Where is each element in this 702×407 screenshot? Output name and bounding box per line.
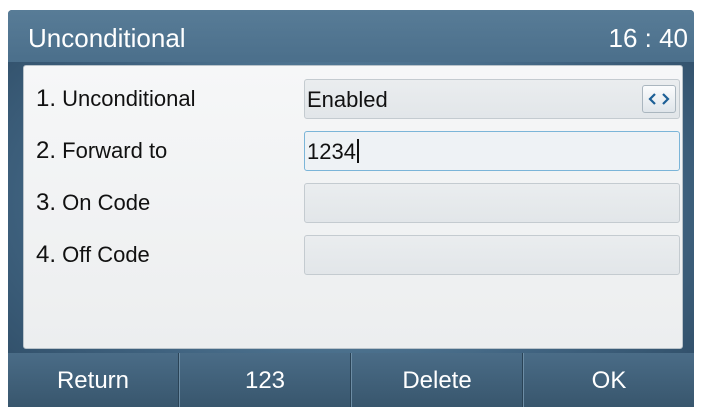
row-label-text: Forward to <box>62 138 168 163</box>
title-bar: Unconditional 16 : 40 <box>8 10 694 62</box>
row-forward-to[interactable]: 2. Forward to 1234 <box>24 128 682 174</box>
row-number: 2. <box>36 137 57 164</box>
input-mode-button[interactable]: 123 <box>179 353 351 407</box>
switch-button[interactable] <box>642 85 676 113</box>
row-label-text: On Code <box>62 190 151 215</box>
phone-screen: Unconditional 16 : 40 1. Unconditional E… <box>8 10 694 407</box>
unconditional-select[interactable]: Enabled <box>304 79 680 119</box>
row-label: 4. Off Code <box>36 241 150 269</box>
off-code-input[interactable] <box>304 235 680 275</box>
forward-to-text: 1234 <box>307 139 356 164</box>
clock: 16 : 40 <box>608 23 688 53</box>
text-cursor <box>356 139 359 163</box>
return-button[interactable]: Return <box>8 353 179 407</box>
forward-to-input[interactable]: 1234 <box>304 131 680 171</box>
row-label-text: Unconditional <box>62 86 196 111</box>
softkey-label: 123 <box>244 367 286 394</box>
settings-panel: 1. Unconditional Enabled 2. Forward to 1… <box>23 65 683 349</box>
switch-icon <box>648 93 670 105</box>
row-number: 3. <box>36 189 57 216</box>
row-label: 1. Unconditional <box>36 85 195 113</box>
row-number: 4. <box>36 241 57 268</box>
page-title: Unconditional <box>28 23 186 53</box>
row-unconditional[interactable]: 1. Unconditional Enabled <box>24 76 682 122</box>
row-off-code[interactable]: 4. Off Code <box>24 232 682 278</box>
ok-button[interactable]: OK <box>523 353 694 407</box>
forward-to-value: 1234 <box>307 139 359 165</box>
softkey-label: Return <box>56 367 130 394</box>
unconditional-value: Enabled <box>307 87 388 112</box>
row-label: 3. On Code <box>36 189 150 217</box>
delete-button[interactable]: Delete <box>351 353 523 407</box>
row-label-text: Off Code <box>62 242 150 267</box>
row-number: 1. <box>36 85 57 112</box>
softkey-label: Delete <box>402 367 472 394</box>
softkey-bar: Return 123 Delete OK <box>8 353 694 407</box>
softkey-label: OK <box>591 367 627 394</box>
on-code-input[interactable] <box>304 183 680 223</box>
row-label: 2. Forward to <box>36 137 167 165</box>
row-on-code[interactable]: 3. On Code <box>24 180 682 226</box>
